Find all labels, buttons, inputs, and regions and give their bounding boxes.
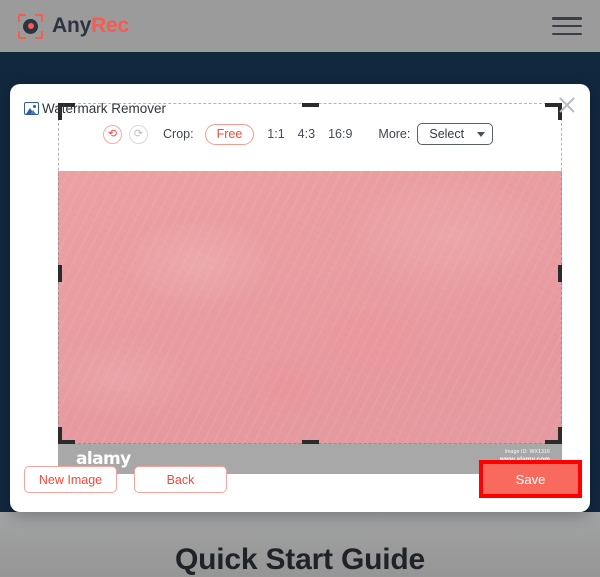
close-x-icon[interactable] [554, 92, 580, 118]
brand-logo[interactable]: Any Rec [18, 13, 130, 39]
dialog-title-text: Watermark Remover [42, 101, 167, 116]
site-header: Any Rec [0, 0, 600, 52]
editor-toolbar: ⟲ ⟳ Crop: Free 1:1 4:3 16:9 More: Select [48, 114, 552, 154]
quick-start-guide-heading: Quick Start Guide [175, 543, 425, 576]
more-label: More: [378, 127, 411, 141]
crop-label: Crop: [163, 127, 194, 141]
screenshot-root: Any Rec Watermark Remover ⟲ ⟳ Crop: Free… [0, 0, 600, 577]
save-button[interactable]: Save [483, 464, 578, 494]
watermark-remover-dialog: Watermark Remover ⟲ ⟳ Crop: Free 1:1 4:3… [10, 84, 590, 512]
crop-ratio-16-9[interactable]: 16:9 [328, 127, 352, 141]
brand-name-first: Any [52, 14, 92, 37]
more-select-dropdown[interactable]: Select [417, 123, 494, 145]
brand-name-second: Rec [91, 14, 130, 37]
dialog-footer: New Image Back Save [10, 454, 590, 512]
hamburger-menu-icon[interactable] [552, 15, 582, 37]
anyrec-camera-logo-icon [18, 13, 43, 39]
editor-area: ⟲ ⟳ Crop: Free 1:1 4:3 16:9 More: Select… [48, 102, 562, 474]
redo-arrow-icon[interactable]: ⟳ [129, 124, 148, 144]
dialog-title: Watermark Remover [24, 101, 166, 116]
undo-arrow-icon[interactable]: ⟲ [103, 124, 122, 144]
back-button[interactable]: Back [134, 466, 227, 493]
crop-ratio-free[interactable]: Free [204, 123, 255, 145]
save-button-highlight: Save [479, 460, 582, 498]
image-preview[interactable]: alamy Image ID: WX1316 www.alamy.com [58, 171, 562, 474]
new-image-button[interactable]: New Image [24, 466, 117, 493]
image-file-icon [24, 102, 39, 115]
crop-ratio-1-1[interactable]: 1:1 [267, 127, 284, 141]
crop-ratio-4-3[interactable]: 4:3 [298, 127, 315, 141]
more-select-value: Select [429, 127, 465, 141]
source-photo [58, 171, 562, 444]
chevron-down-icon [477, 131, 486, 137]
crop-handle-top-center[interactable] [302, 103, 319, 107]
